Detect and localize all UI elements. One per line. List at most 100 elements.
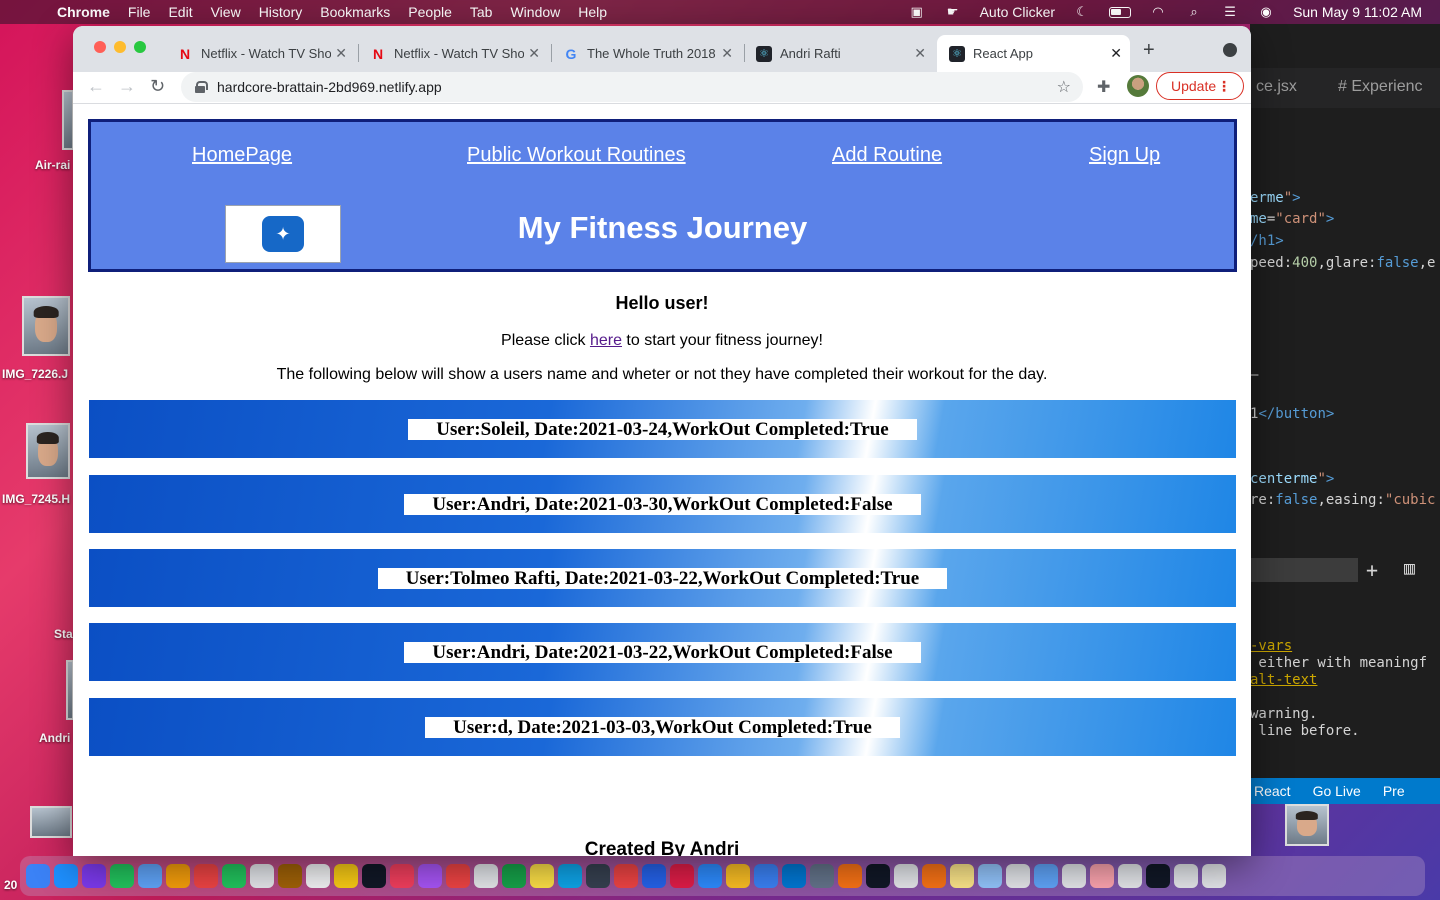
desktop-file-label[interactable]: Air-rai — [35, 158, 70, 172]
reload-icon[interactable]: ↻ — [150, 76, 165, 97]
menubar-clock[interactable]: Sun May 9 11:02 AM — [1293, 4, 1422, 20]
browser-tab[interactable]: ⚛ Andri Rafti ✕ — [744, 35, 934, 72]
close-window-button[interactable] — [94, 41, 106, 53]
add-terminal-icon[interactable]: + — [1366, 558, 1378, 582]
zoom-icon[interactable]: ▣ — [908, 4, 926, 19]
menu-app-chrome[interactable]: Chrome — [57, 4, 110, 20]
menu-window[interactable]: Window — [510, 4, 560, 20]
close-tab-icon[interactable]: ✕ — [335, 45, 347, 62]
terminal-dropdown[interactable] — [1250, 558, 1358, 582]
back-icon[interactable]: ← — [87, 76, 105, 97]
dock-app-icon[interactable] — [446, 864, 470, 888]
dock-app-icon[interactable] — [278, 864, 302, 888]
nav-sign-up-link[interactable]: Sign Up — [1089, 144, 1160, 167]
dock-app-icon[interactable] — [26, 864, 50, 888]
dock-app-icon[interactable] — [166, 864, 190, 888]
dock-app-icon[interactable] — [334, 864, 358, 888]
browser-tab[interactable]: N Netflix - Watch TV Sho ✕ — [165, 35, 355, 72]
desktop-file-thumbnail[interactable] — [30, 806, 72, 838]
dock-app-icon[interactable] — [474, 864, 498, 888]
desktop-file-label[interactable]: IMG_7245.H — [2, 492, 70, 506]
kebab-menu-icon[interactable]: ⋮ — [1217, 78, 1231, 95]
lock-icon[interactable] — [195, 81, 208, 93]
menu-edit[interactable]: Edit — [168, 4, 192, 20]
editor-tab[interactable]: # Experienc — [1338, 78, 1423, 96]
dock-app-icon[interactable] — [838, 864, 862, 888]
dock-app-icon[interactable] — [726, 864, 750, 888]
menu-tab[interactable]: Tab — [470, 4, 493, 20]
extensions-icon[interactable]: ✚ — [1097, 77, 1110, 97]
moon-icon[interactable]: ☾ — [1073, 4, 1091, 19]
close-tab-icon[interactable]: ✕ — [914, 45, 926, 62]
dock-app-icon[interactable] — [1062, 864, 1086, 888]
minimize-window-button[interactable] — [114, 41, 126, 53]
dock-app-icon[interactable] — [698, 864, 722, 888]
update-button[interactable]: Update ⋮ — [1156, 72, 1244, 100]
dock-app-icon[interactable] — [894, 864, 918, 888]
desktop-photo-thumbnail[interactable] — [22, 296, 70, 356]
dock-app-icon[interactable] — [1146, 864, 1170, 888]
dock-app-icon[interactable] — [222, 864, 246, 888]
dock-app-icon[interactable] — [978, 864, 1002, 888]
dock-app-icon[interactable] — [306, 864, 330, 888]
split-terminal-icon[interactable]: ▥ — [1404, 558, 1415, 579]
editor-tab[interactable]: ce.jsx — [1256, 78, 1297, 96]
dock-app-icon[interactable] — [810, 864, 834, 888]
new-tab-icon[interactable]: + — [1143, 39, 1155, 62]
dock-app-icon[interactable] — [418, 864, 442, 888]
browser-tab-active[interactable]: ⚛ React App ✕ — [937, 35, 1130, 72]
dock-app-icon[interactable] — [362, 864, 386, 888]
dock-app-icon[interactable] — [642, 864, 666, 888]
wifi-icon[interactable]: ◠ — [1149, 4, 1167, 19]
dock-app-icon[interactable] — [194, 864, 218, 888]
search-icon[interactable]: ⌕ — [1185, 4, 1203, 19]
dock-app-icon[interactable] — [950, 864, 974, 888]
dock-app-icon[interactable] — [82, 864, 106, 888]
dock-app-icon[interactable] — [586, 864, 610, 888]
dock-app-icon[interactable] — [54, 864, 78, 888]
dock-app-icon[interactable] — [390, 864, 414, 888]
dock-app-icon[interactable] — [1090, 864, 1114, 888]
siri-icon[interactable]: ◉ — [1257, 4, 1275, 19]
dock-app-icon[interactable] — [1034, 864, 1058, 888]
desktop-file-label[interactable]: IMG_7226.J — [2, 367, 68, 381]
desktop-file-label[interactable]: 20 — [4, 878, 17, 892]
dock-app-icon[interactable] — [782, 864, 806, 888]
menu-history[interactable]: History — [259, 4, 303, 20]
control-center-icon[interactable]: ☰ — [1221, 4, 1239, 19]
menu-bookmarks[interactable]: Bookmarks — [320, 4, 390, 20]
url-text[interactable]: hardcore-brattain-2bd969.netlify.app — [217, 79, 442, 95]
dock-app-icon[interactable] — [138, 864, 162, 888]
nav-add-routine-link[interactable]: Add Routine — [832, 144, 942, 167]
menu-view[interactable]: View — [211, 4, 241, 20]
dock-app-icon[interactable] — [1006, 864, 1030, 888]
auto-clicker-status[interactable]: Auto Clicker — [980, 4, 1055, 20]
dock-app-icon[interactable] — [110, 864, 134, 888]
status-go-live[interactable]: Go Live — [1313, 783, 1361, 799]
dock-app-icon[interactable] — [1202, 864, 1226, 888]
close-tab-icon[interactable]: ✕ — [1110, 45, 1122, 62]
dock-app-icon[interactable] — [614, 864, 638, 888]
dock-app-icon[interactable] — [530, 864, 554, 888]
desktop-photo-thumbnail[interactable] — [26, 423, 70, 479]
browser-tab[interactable]: N Netflix - Watch TV Sho ✕ — [358, 35, 548, 72]
desktop-file-label[interactable]: Andri — [39, 731, 70, 745]
menu-file[interactable]: File — [128, 4, 151, 20]
profile-avatar[interactable] — [1127, 75, 1149, 97]
tab-search-icon[interactable] — [1223, 43, 1237, 57]
dock-app-icon[interactable] — [1118, 864, 1142, 888]
dock-app-icon[interactable] — [1174, 864, 1198, 888]
battery-icon[interactable] — [1109, 6, 1132, 18]
nav-homepage-link[interactable]: HomePage — [192, 144, 292, 167]
dock-app-icon[interactable] — [502, 864, 526, 888]
dock-app-icon[interactable] — [922, 864, 946, 888]
nav-public-routines-link[interactable]: Public Workout Routines — [467, 144, 686, 167]
address-bar[interactable]: hardcore-brattain-2bd969.netlify.app ☆ — [181, 72, 1083, 102]
bookmark-star-icon[interactable]: ☆ — [1057, 77, 1071, 97]
cursor-icon[interactable]: ☛ — [944, 4, 962, 19]
forward-icon[interactable]: → — [118, 76, 136, 97]
status-react[interactable]: React — [1254, 783, 1291, 799]
menu-people[interactable]: People — [408, 4, 452, 20]
status-prettier[interactable]: Pre — [1383, 783, 1405, 799]
desktop-file-label[interactable]: Sta — [54, 627, 73, 641]
